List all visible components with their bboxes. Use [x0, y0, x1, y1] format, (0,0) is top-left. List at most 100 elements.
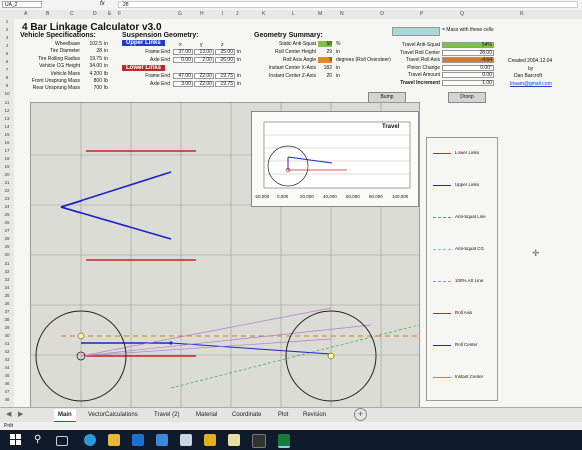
row-label[interactable]: 27 [0, 228, 14, 233]
row-label[interactable]: 15 [0, 132, 14, 137]
column-label[interactable]: P [420, 10, 423, 19]
app-icon-yellow[interactable] [204, 434, 216, 446]
vehicle-spec-value[interactable]: 800 [82, 78, 102, 84]
row-label[interactable]: 1 [0, 19, 14, 24]
app-icon-dark[interactable] [252, 434, 266, 448]
tab-travel-2-[interactable]: Travel (2) [154, 409, 179, 421]
row-label[interactable]: 20 [0, 172, 14, 177]
row-label[interactable]: 26 [0, 220, 14, 225]
row-label[interactable]: 24 [0, 204, 14, 209]
row-label[interactable]: 17 [0, 148, 14, 153]
row-label[interactable]: 16 [0, 140, 14, 145]
link-y-cell[interactable]: 2.00 [194, 57, 214, 63]
link-y-cell[interactable]: 13.00 [194, 49, 214, 55]
photos-icon[interactable] [180, 434, 192, 446]
file-explorer-icon[interactable] [108, 434, 120, 446]
search-icon[interactable]: ⚲ [34, 434, 46, 446]
row-label[interactable]: 8 [0, 75, 14, 80]
row-label[interactable]: 34 [0, 285, 14, 290]
row-label[interactable]: 4 [0, 43, 14, 48]
row-label[interactable]: 6 [0, 59, 14, 64]
row-label[interactable]: 10 [0, 91, 14, 96]
column-label[interactable]: D [93, 10, 97, 19]
excel-icon[interactable] [278, 434, 290, 448]
add-sheet-icon[interactable]: + [354, 408, 367, 421]
row-label[interactable]: 5 [0, 51, 14, 56]
column-label[interactable]: B [46, 10, 49, 19]
tab-plot[interactable]: Plot [278, 409, 288, 421]
row-label[interactable]: 3 [0, 35, 14, 40]
mail-icon[interactable] [132, 434, 144, 446]
row-label[interactable]: 45 [0, 373, 14, 378]
column-label[interactable]: A [24, 10, 27, 19]
vehicle-spec-value[interactable]: 28 [82, 48, 102, 54]
row-label[interactable]: 42 [0, 349, 14, 354]
task-view-icon[interactable] [56, 436, 68, 446]
column-label[interactable]: F [118, 10, 121, 19]
row-label[interactable]: 25 [0, 212, 14, 217]
tab-material[interactable]: Material [196, 409, 217, 421]
row-label[interactable]: 43 [0, 357, 14, 362]
row-label[interactable]: 33 [0, 277, 14, 282]
column-label[interactable]: E [108, 10, 111, 19]
row-label[interactable]: 47 [0, 389, 14, 394]
row-label[interactable]: 29 [0, 244, 14, 249]
row-label[interactable]: 31 [0, 261, 14, 266]
column-label[interactable]: M [318, 10, 322, 19]
vehicle-spec-value[interactable]: 4 200 [82, 71, 102, 77]
row-label[interactable]: 41 [0, 341, 14, 346]
row-label[interactable]: 11 [0, 100, 14, 105]
row-label[interactable]: 13 [0, 116, 14, 121]
column-label[interactable]: N [340, 10, 344, 19]
row-label[interactable]: 39 [0, 325, 14, 330]
column-label[interactable]: Q [460, 10, 464, 19]
row-label[interactable]: 12 [0, 108, 14, 113]
row-label[interactable]: 19 [0, 164, 14, 169]
row-label[interactable]: 46 [0, 381, 14, 386]
row-label[interactable]: 36 [0, 301, 14, 306]
windows-start-icon[interactable] [10, 434, 22, 446]
column-label[interactable]: R [520, 10, 524, 19]
row-label[interactable]: 37 [0, 309, 14, 314]
row-label[interactable]: 40 [0, 333, 14, 338]
credit-email[interactable]: triaam@gmail.com [510, 81, 552, 87]
link-y-cell[interactable]: 22.00 [194, 73, 214, 79]
column-label[interactable]: O [380, 10, 384, 19]
row-label[interactable]: 48 [0, 397, 14, 402]
link-x-cell[interactable]: 0.00 [173, 57, 193, 63]
column-label[interactable]: I [222, 10, 223, 19]
store-icon[interactable] [156, 434, 168, 446]
row-label[interactable]: 22 [0, 188, 14, 193]
row-label[interactable]: 18 [0, 156, 14, 161]
column-label[interactable]: L [292, 10, 295, 19]
column-label[interactable]: G [178, 10, 182, 19]
row-label[interactable]: 21 [0, 180, 14, 185]
row-label[interactable]: 44 [0, 365, 14, 370]
column-label[interactable]: C [70, 10, 74, 19]
row-label[interactable]: 2 [0, 27, 14, 32]
row-label[interactable]: 30 [0, 252, 14, 257]
link-z-cell[interactable]: 19.75 [215, 73, 235, 79]
row-label[interactable]: 23 [0, 196, 14, 201]
vehicle-spec-value[interactable]: 102.5 [82, 41, 102, 47]
link-x-cell[interactable]: 3.00 [173, 81, 193, 87]
vehicle-spec-value[interactable]: 19.75 [82, 56, 102, 62]
tab-prev-icon[interactable]: ◀ [6, 410, 11, 418]
row-label[interactable]: 32 [0, 269, 14, 274]
travel-inset-chart[interactable]: Travel -20,000 0,000 20,000 40,000 60,000 80,… [251, 111, 419, 207]
row-label[interactable]: 28 [0, 236, 14, 241]
link-y-cell[interactable]: 22.00 [194, 81, 214, 87]
droop-button[interactable]: Droop [448, 92, 486, 103]
row-label[interactable]: 14 [0, 124, 14, 129]
name-box[interactable]: UA_2 [2, 1, 42, 8]
tab-main[interactable]: Main [54, 409, 76, 423]
column-label[interactable]: H [200, 10, 204, 19]
link-z-cell[interactable]: 25.00 [215, 49, 235, 55]
formula-input[interactable]: 28 [118, 1, 578, 8]
vehicle-spec-value[interactable]: 34.00 [82, 63, 102, 69]
row-label[interactable]: 38 [0, 317, 14, 322]
link-x-cell[interactable]: 47.00 [173, 73, 193, 79]
edge-icon[interactable] [84, 434, 96, 446]
row-label[interactable]: 35 [0, 293, 14, 298]
row-label[interactable]: 9 [0, 83, 14, 88]
